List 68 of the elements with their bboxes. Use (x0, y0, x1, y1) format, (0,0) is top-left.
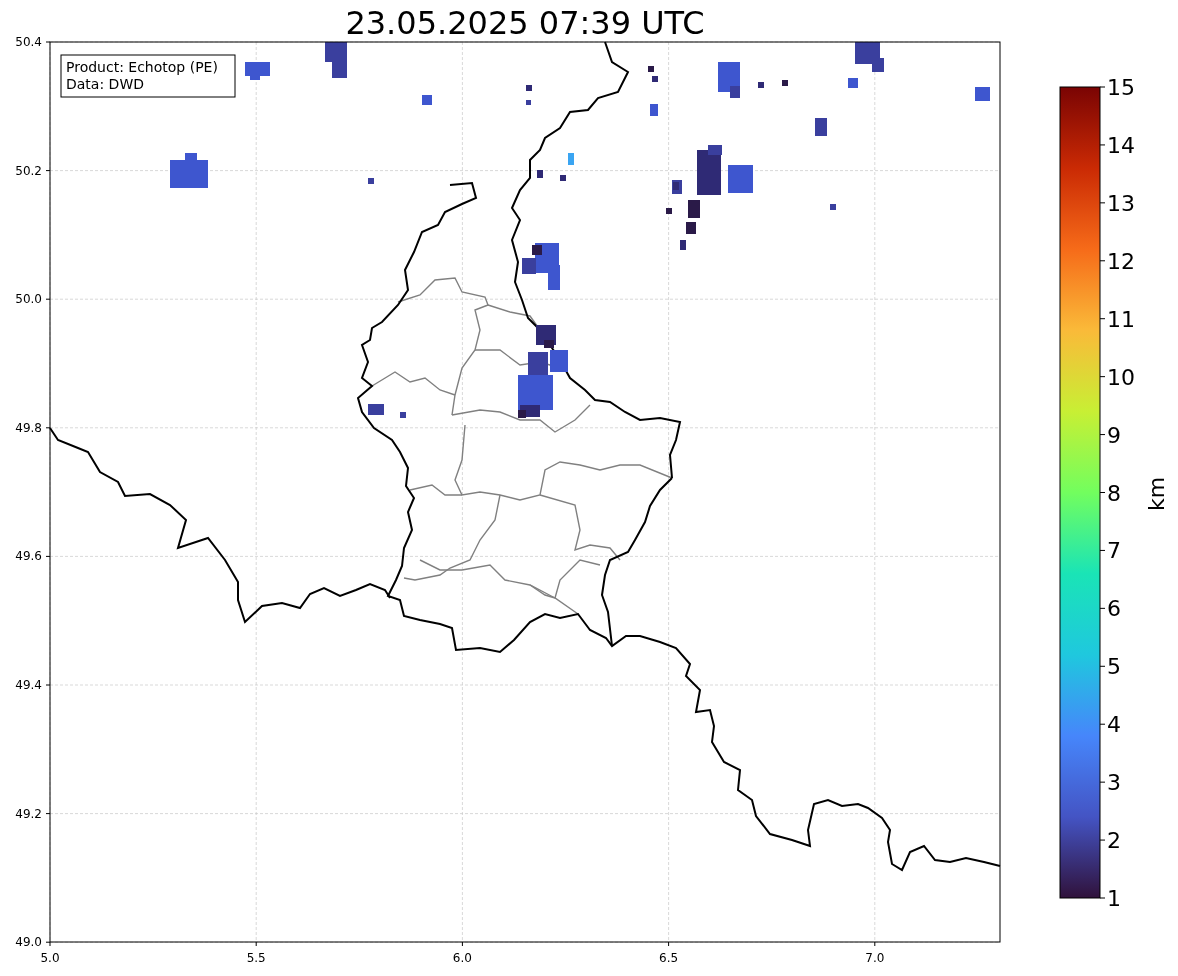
colorbar-label: km (1144, 476, 1169, 512)
colorbar-tick-label: 3 (1107, 770, 1121, 796)
radar-echo-cell (848, 78, 858, 88)
radar-echo-cell (532, 245, 542, 255)
radar-echo-cell (708, 145, 722, 155)
radar-echo-cell (648, 66, 654, 72)
radar-echo-cell (815, 118, 827, 136)
chart-title: 23.05.2025 07:39 UTC (345, 4, 705, 42)
y-tick-label: 50.0 (15, 292, 42, 307)
radar-echo-cell (537, 170, 543, 178)
colorbar-tick-label: 6 (1107, 596, 1121, 622)
radar-echo-cell (518, 375, 553, 410)
radar-echo-cell (782, 80, 788, 86)
radar-echo-cell (686, 222, 696, 234)
radar-echo-cell (680, 240, 686, 250)
radar-echo-cell (568, 153, 574, 165)
radar-echo-cell (666, 208, 672, 214)
radar-echo-cell (400, 412, 406, 418)
radar-echo-cell (730, 86, 740, 98)
y-tick-label: 49.4 (15, 678, 42, 692)
radar-echo-cell (522, 258, 536, 274)
colorbar-tick-label: 10 (1107, 364, 1135, 390)
x-tick-label: 5.5 (246, 951, 266, 965)
colorbar-tick-label: 15 (1107, 75, 1135, 100)
y-tick-label: 50.2 (15, 163, 42, 178)
colorbar-tick-label: 2 (1107, 828, 1121, 854)
colorbar-tick-label: 5 (1107, 654, 1121, 680)
radar-echo-cell (758, 82, 764, 88)
radar-echo-cell (526, 85, 532, 91)
x-tick-label: 6.0 (452, 951, 472, 965)
legend-text: Data: DWD (66, 76, 144, 92)
radar-echo-cell (650, 104, 658, 116)
x-tick-label: 6.5 (659, 951, 679, 965)
y-tick-label: 49.2 (15, 806, 42, 821)
radar-echo-cell (536, 325, 556, 345)
radar-echo-cell (368, 404, 384, 415)
colorbar-tick-label: 12 (1107, 248, 1135, 274)
radar-echo-cell (368, 178, 374, 184)
colorbar-tick-label: 9 (1107, 422, 1121, 448)
colorbar-tick-label: 14 (1107, 132, 1135, 158)
x-tick-label: 5.0 (40, 951, 60, 965)
radar-echo-cell (975, 87, 990, 101)
radar-echo-cell (688, 200, 700, 218)
colorbar-tick-label: 7 (1107, 538, 1121, 564)
radar-echo-cell (830, 204, 836, 210)
y-tick-label: 49.6 (15, 549, 42, 564)
radar-echo-cell (872, 58, 884, 72)
y-tick-label: 49.0 (15, 935, 42, 950)
colorbar-tick-label: 11 (1107, 306, 1135, 332)
radar-echo-cell (548, 265, 560, 290)
x-tick-label: 7.0 (865, 951, 885, 965)
radar-echo-cell (652, 76, 658, 82)
legend-text: Product: Echotop (PE) (66, 59, 218, 75)
radar-echo-cell (728, 165, 753, 193)
colorbar-tick-label: 13 (1107, 190, 1135, 216)
colorbar-tick-label: 1 (1107, 886, 1121, 911)
y-tick-label: 49.8 (15, 420, 42, 435)
radar-echo-cell (718, 62, 740, 92)
colorbar-tick-label: 8 (1107, 480, 1121, 506)
colorbar-tick-label: 4 (1107, 712, 1121, 738)
radar-echo-cell (170, 160, 208, 188)
radar-echo-cell (526, 100, 531, 105)
y-tick-label: 50.4 (15, 35, 42, 49)
radar-echo-cell (332, 60, 347, 78)
radar-echo-cell (560, 175, 566, 181)
radar-echo-cell (550, 350, 568, 372)
radar-echo-cell (422, 95, 432, 105)
radar-echo-cell (697, 150, 721, 195)
